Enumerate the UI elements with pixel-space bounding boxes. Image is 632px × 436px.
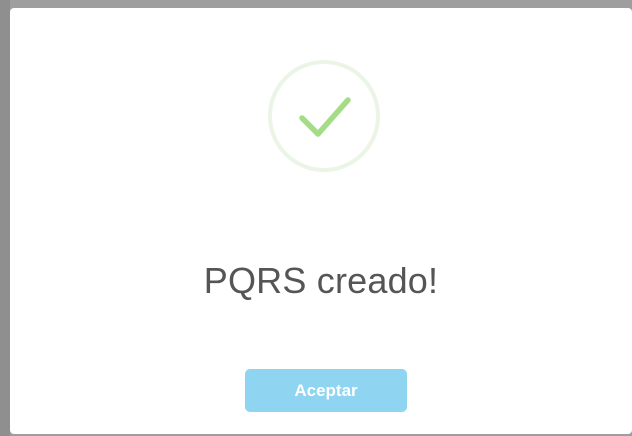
checkmark-icon (299, 97, 351, 137)
success-dialog: PQRS creado! Aceptar (10, 8, 632, 434)
dialog-title: PQRS creado! (203, 260, 439, 301)
accept-button[interactable]: Aceptar (245, 369, 407, 412)
background-page-edge (0, 0, 10, 436)
success-check-icon (268, 60, 380, 172)
